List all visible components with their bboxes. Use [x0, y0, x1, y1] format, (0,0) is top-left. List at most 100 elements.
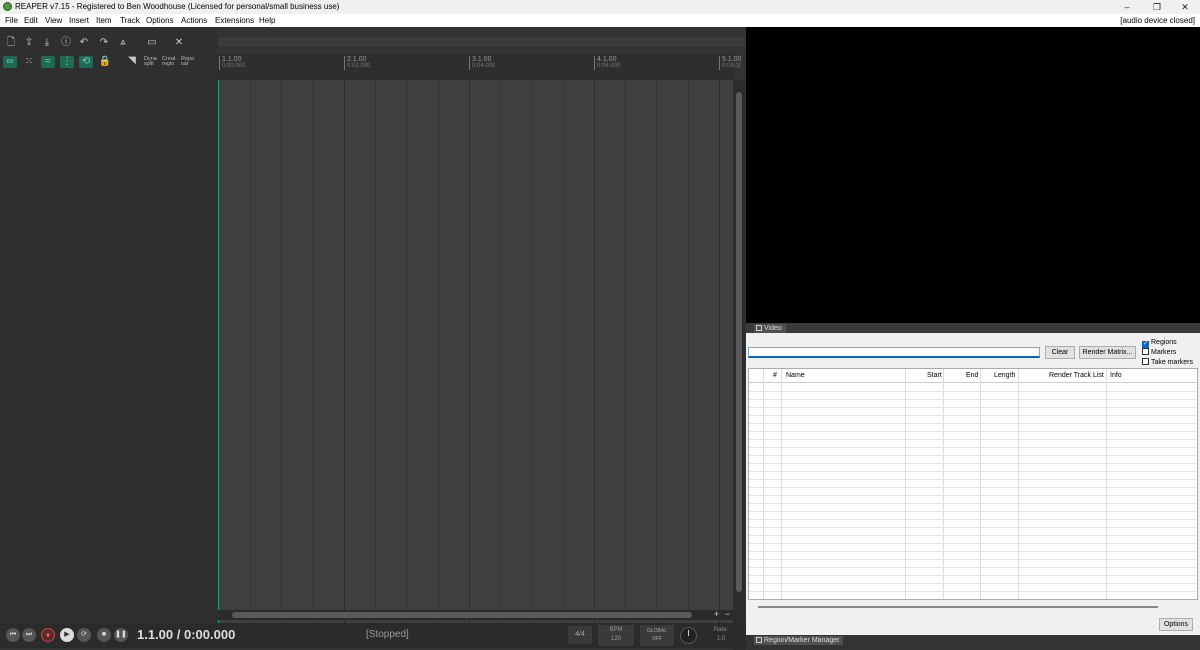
take-markers-checkbox[interactable]: Take markers	[1142, 358, 1193, 367]
stop-button[interactable]: ■	[97, 628, 111, 642]
play-button[interactable]: ▶	[60, 628, 74, 642]
horizontal-scrollbar[interactable]: + −	[218, 610, 733, 620]
window-title: REAPER v7.15 - Registered to Ben Woodhou…	[15, 2, 340, 11]
dock-icon	[756, 637, 762, 643]
column-header-info[interactable]: Info	[1110, 372, 1122, 379]
row-line	[749, 423, 1197, 424]
tab-region-marker-manager[interactable]: Region/Marker Manager	[754, 636, 844, 645]
column-header-end[interactable]: End	[966, 372, 978, 379]
checkbox-checked-icon: ✓	[1142, 341, 1149, 348]
grid-toggle-icon[interactable]: ▭	[145, 37, 159, 49]
region-manager-dock-strip: Region/Marker Manager	[746, 635, 1200, 648]
arrange-view[interactable]: 1.1.00 0:00.000 2.1.00 0:02.000 3.1.00 0:04…	[218, 27, 745, 650]
menu-item[interactable]: Item	[96, 16, 112, 25]
column-header-name[interactable]: Name	[786, 372, 805, 379]
undo-icon[interactable]: ↶	[77, 37, 91, 49]
row-line	[749, 487, 1197, 488]
dyna-split-button[interactable]: Dyna split	[144, 56, 157, 67]
ruler-marker: 5.1.00 0:08.0(	[719, 56, 741, 70]
grid-line	[406, 80, 407, 638]
grid-line	[250, 80, 251, 638]
restore-button[interactable]: ❐	[1142, 0, 1172, 14]
row-line	[749, 559, 1197, 560]
ripple-edit-icon[interactable]: ≈	[41, 56, 55, 68]
crossfade-icon[interactable]: ✕	[172, 37, 186, 49]
pause-button[interactable]: ❚❚	[114, 628, 128, 642]
menu-view[interactable]: View	[45, 16, 62, 25]
menu-track[interactable]: Track	[120, 16, 140, 25]
zoom-in-horizontal-icon[interactable]: +	[712, 610, 721, 619]
row-line	[749, 407, 1197, 408]
menu-insert[interactable]: Insert	[69, 16, 89, 25]
close-button[interactable]: ✕	[1170, 0, 1200, 14]
loop-icon[interactable]: ⟲	[79, 56, 93, 68]
column-header-number[interactable]: #	[773, 372, 777, 379]
row-line	[749, 431, 1197, 432]
row-line	[749, 447, 1197, 448]
vertical-scroll-thumb[interactable]	[736, 92, 742, 592]
video-window	[746, 27, 1200, 323]
row-line	[749, 551, 1197, 552]
tab-video[interactable]: Video	[754, 324, 786, 333]
minimize-button[interactable]: –	[1112, 0, 1142, 14]
menu-options[interactable]: Options	[146, 16, 174, 25]
create-region-button[interactable]: Creat regio	[162, 56, 175, 67]
column-header-length[interactable]: Length	[994, 372, 1015, 379]
render-matrix-button[interactable]: Render Matrix...	[1079, 346, 1136, 359]
open-project-icon[interactable]: ⇪	[22, 37, 36, 49]
menu-file[interactable]: File	[5, 16, 18, 25]
bpm-label: BPM	[609, 627, 623, 633]
bpm-control[interactable]: BPM 120	[598, 625, 634, 646]
reposition-button[interactable]: Repo sal	[181, 56, 194, 67]
video-dock-strip: Video	[746, 323, 1200, 333]
ruler-marker: 2.1.00 0:02.000	[344, 56, 370, 70]
grid-line	[281, 80, 282, 638]
column-header-start[interactable]: Start	[927, 372, 942, 379]
menu-actions[interactable]: Actions	[181, 16, 207, 25]
grid-line	[500, 80, 501, 638]
menu-help[interactable]: Help	[259, 16, 275, 25]
markers-checkbox[interactable]: Markers	[1142, 348, 1176, 357]
playrate-knob[interactable]	[680, 627, 697, 644]
go-to-start-icon[interactable]: ⏮	[6, 628, 20, 642]
grid-lines-icon[interactable]: ⋮	[60, 56, 74, 68]
grid-line	[531, 80, 532, 638]
position-display[interactable]: 1.1.00 / 0:00.000	[137, 627, 235, 642]
column-separator	[980, 369, 981, 599]
new-project-icon[interactable]: 🗋	[4, 37, 18, 49]
track-area[interactable]	[218, 80, 733, 638]
column-separator	[763, 369, 764, 599]
rate-display[interactable]: Rate: 1.0	[706, 625, 736, 646]
time-signature[interactable]: 4/4	[568, 626, 592, 644]
dynamic-split-icon[interactable]: ◥	[125, 55, 139, 67]
table-horizontal-scrollbar[interactable]	[758, 606, 1158, 608]
rate-value: 1.0	[716, 636, 726, 642]
filter-input[interactable]	[748, 347, 1040, 358]
regions-checkbox[interactable]: ✓ Regions	[1142, 338, 1177, 348]
zoom-out-horizontal-icon[interactable]: −	[723, 610, 732, 619]
table-header: # Name Start End Length Render Track Lis…	[749, 369, 1197, 383]
column-header-render-track-list[interactable]: Render Track List	[1049, 372, 1104, 379]
lock-icon[interactable]: 🔒	[98, 56, 112, 68]
global-playrate-toggle[interactable]: GLOBAL OFF	[640, 625, 674, 646]
options-button[interactable]: Options	[1159, 618, 1193, 631]
menu-edit[interactable]: Edit	[24, 16, 38, 25]
record-button[interactable]: ●	[41, 628, 55, 642]
ruler-marker: 3.1.00 0:04.000	[469, 56, 495, 70]
menu-extensions[interactable]: Extensions	[215, 16, 254, 25]
reaper-logo-icon	[3, 2, 12, 11]
vertical-scrollbar[interactable]: + −	[733, 80, 745, 650]
redo-icon[interactable]: ↷	[97, 37, 111, 49]
metronome-icon[interactable]: ⩓	[116, 37, 130, 49]
grid-snap-icon[interactable]: ⁙	[22, 56, 36, 68]
save-project-icon[interactable]: ⤓	[40, 37, 54, 49]
grid-line	[563, 80, 564, 638]
repeat-icon[interactable]: ⟳	[77, 628, 91, 642]
project-settings-icon[interactable]: ⓘ	[59, 37, 73, 49]
clear-button[interactable]: Clear	[1045, 346, 1075, 359]
link-icon[interactable]: ∞	[3, 56, 17, 68]
go-to-end-icon[interactable]: ⏭	[22, 628, 36, 642]
region-table[interactable]: # Name Start End Length Render Track Lis…	[748, 368, 1198, 600]
track-control-panel[interactable]: 🗋 ⇪ ⤓ ⓘ ↶ ↷ ⩓ ▭ ✕ ∞ ⁙ ≈ ⋮ ⟲ 🔒 ◥ Dyna spli…	[0, 27, 218, 623]
horizontal-scroll-thumb[interactable]	[232, 612, 692, 618]
